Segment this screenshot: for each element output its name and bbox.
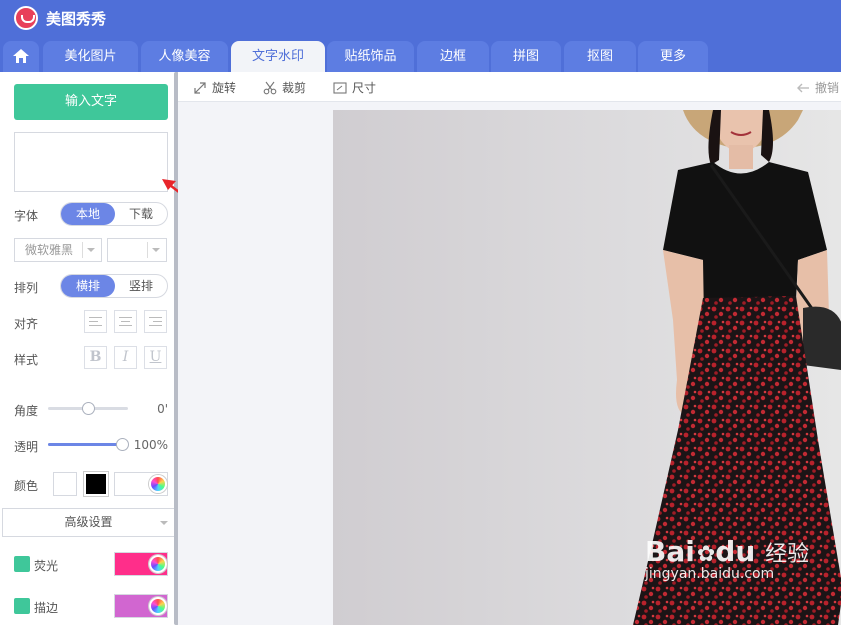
color-picker-icon[interactable]	[149, 597, 167, 615]
font-source-toggle: 本地 下载	[60, 202, 168, 226]
tab-stickers[interactable]: 贴纸饰品	[327, 41, 414, 72]
stroke-label: 描边	[34, 601, 59, 615]
style-label: 样式	[14, 353, 39, 367]
main-tabs: 美化图片 人像美容 文字水印 贴纸饰品 边框 拼图 抠图 更多	[0, 41, 841, 72]
rotate-button[interactable]: 旋转	[193, 79, 236, 96]
title-bar: 美图秀秀 美化图片 人像美容 文字水印 贴纸饰品 边框 拼图 抠图 更多	[0, 0, 841, 72]
custom-color-field[interactable]	[114, 472, 168, 496]
advanced-settings-label: 高级设置	[64, 515, 113, 529]
app-logo-icon	[14, 6, 38, 30]
opacity-label: 透明	[14, 440, 39, 454]
angle-label: 角度	[14, 404, 39, 418]
font-size-select[interactable]	[107, 238, 167, 262]
resize-icon	[333, 82, 347, 94]
stroke-checkbox[interactable]	[14, 598, 30, 614]
advanced-settings-dropdown[interactable]: 高级设置	[2, 508, 175, 537]
chevron-down-icon	[87, 248, 95, 252]
font-family-value: 微软雅黑	[25, 243, 74, 257]
color-picker-icon[interactable]	[149, 475, 167, 493]
watermark-url: jingyan.baidu.com	[645, 566, 775, 582]
glow-checkbox[interactable]	[14, 556, 30, 572]
undo-arrow-icon	[797, 83, 809, 93]
input-text-button[interactable]: 输入文字	[14, 84, 168, 120]
white-color-swatch[interactable]	[53, 472, 77, 496]
tab-beautify[interactable]: 美化图片	[43, 41, 138, 72]
size-label: 尺寸	[352, 81, 377, 95]
arrange-vertical-option[interactable]: 竖排	[115, 275, 167, 297]
current-color-swatch[interactable]	[84, 472, 108, 496]
tab-text-watermark[interactable]: 文字水印	[231, 41, 325, 72]
align-label: 对齐	[14, 317, 39, 331]
font-local-option[interactable]: 本地	[61, 203, 115, 225]
angle-value: 0'	[157, 402, 168, 416]
glow-label: 荧光	[34, 559, 59, 573]
tab-home[interactable]	[3, 41, 39, 72]
bold-button[interactable]: B	[84, 346, 107, 369]
app-title: 美图秀秀	[46, 10, 107, 28]
glow-color-swatch[interactable]	[114, 552, 168, 576]
chevron-down-icon	[160, 521, 168, 525]
align-left-button[interactable]	[84, 310, 107, 333]
tab-border[interactable]: 边框	[417, 41, 489, 72]
scissors-icon	[263, 81, 277, 95]
chevron-down-icon	[152, 248, 160, 252]
home-icon	[13, 49, 29, 63]
text-input-area[interactable]	[14, 132, 168, 192]
opacity-slider-fill	[48, 443, 122, 446]
stroke-color-swatch[interactable]	[114, 594, 168, 618]
tab-portrait[interactable]: 人像美容	[141, 41, 228, 72]
rotate-icon	[194, 82, 206, 94]
color-picker-icon[interactable]	[149, 555, 167, 573]
watermark-paw-icon: ✿	[696, 542, 716, 567]
underline-button[interactable]: U	[144, 346, 167, 369]
align-right-button[interactable]	[144, 310, 167, 333]
font-family-select[interactable]: 微软雅黑	[14, 238, 102, 262]
text-panel: 输入文字 字体 本地 下载 微软雅黑 排列 横排 竖排 对齐 样式 B I U …	[0, 72, 177, 625]
image-toolbar: 旋转 裁剪 尺寸 撤销	[178, 72, 841, 102]
baidu-watermark: Bai✿du 经验 jingyan.baidu.com	[645, 535, 810, 582]
color-label: 颜色	[14, 479, 39, 493]
opacity-value: 100%	[133, 438, 168, 452]
tab-cutout[interactable]: 抠图	[564, 41, 636, 72]
tab-more[interactable]: 更多	[638, 41, 708, 72]
undo-button[interactable]: 撤销	[796, 79, 839, 96]
arrange-label: 排列	[14, 281, 39, 295]
size-button[interactable]: 尺寸	[333, 79, 376, 96]
crop-button[interactable]: 裁剪	[263, 79, 306, 96]
arrange-horizontal-option[interactable]: 横排	[61, 275, 115, 297]
arrange-toggle: 横排 竖排	[60, 274, 168, 298]
rotate-label: 旋转	[212, 81, 237, 95]
align-center-button[interactable]	[114, 310, 137, 333]
photo-preview[interactable]: Bai✿du 经验 jingyan.baidu.com	[333, 110, 841, 625]
crop-label: 裁剪	[282, 81, 307, 95]
font-label: 字体	[14, 209, 39, 223]
tab-collage[interactable]: 拼图	[491, 41, 561, 72]
italic-button[interactable]: I	[114, 346, 137, 369]
undo-label: 撤销	[815, 81, 840, 95]
angle-slider-handle[interactable]	[82, 402, 95, 415]
